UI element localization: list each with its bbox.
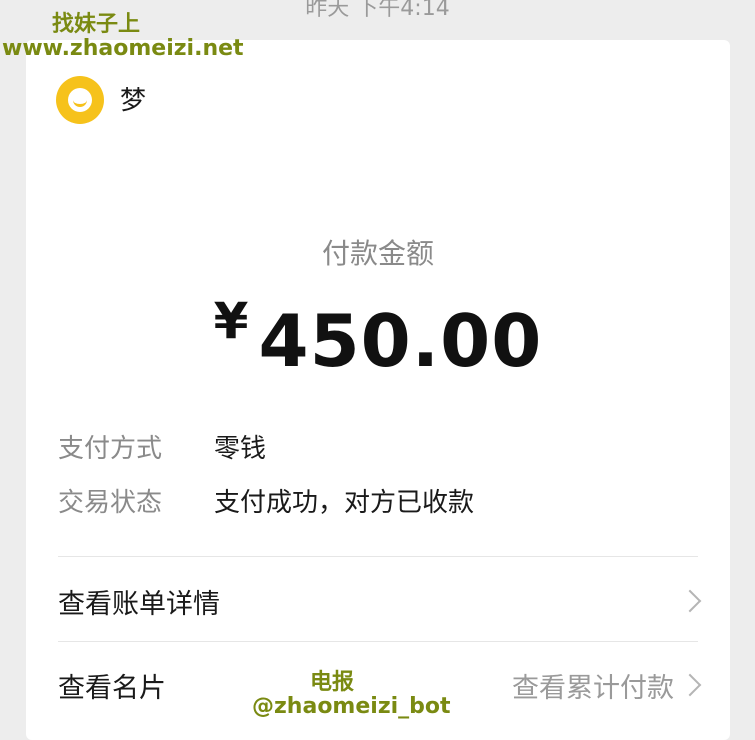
payee-name: 梦 <box>120 86 147 116</box>
amount-value: 450.00 <box>258 299 543 383</box>
watermark-bottom-line1: 电报 <box>310 670 355 695</box>
transaction-status-row: 交易状态 支付成功，对方已收款 <box>58 482 474 519</box>
payment-amount: ¥450.00 <box>26 292 730 383</box>
payment-method-row: 支付方式 零钱 <box>58 428 266 465</box>
payment-method-value: 零钱 <box>214 434 267 464</box>
view-cumulative-payments-link[interactable]: 查看累计付款 <box>512 666 674 705</box>
transaction-status-label: 交易状态 <box>58 488 163 518</box>
watermark-top-line2: www.zhaomeizi.net <box>2 36 244 61</box>
view-bill-details-link[interactable]: 查看账单详情 <box>58 570 704 630</box>
chevron-right-icon <box>678 673 702 697</box>
watermark-top-line1: 找妹子上 <box>52 12 141 37</box>
payee-avatar[interactable] <box>56 76 104 124</box>
divider <box>58 641 698 642</box>
transaction-status-value: 支付成功，对方已收款 <box>214 488 475 518</box>
watermark-bottom-line2: @zhaomeizi_bot <box>252 694 451 719</box>
divider <box>58 556 698 557</box>
currency-symbol: ¥ <box>213 292 249 350</box>
view-bill-details-label: 查看账单详情 <box>58 589 220 620</box>
payment-method-label: 支付方式 <box>58 434 163 464</box>
chevron-right-icon <box>678 589 702 613</box>
payment-card: 梦 付款金额 ¥450.00 支付方式 零钱 交易状态 支付成功，对方已收款 查看账… <box>26 40 730 740</box>
amount-label: 付款金额 <box>321 237 434 270</box>
view-contact-card-label: 查看名片 <box>58 673 166 704</box>
